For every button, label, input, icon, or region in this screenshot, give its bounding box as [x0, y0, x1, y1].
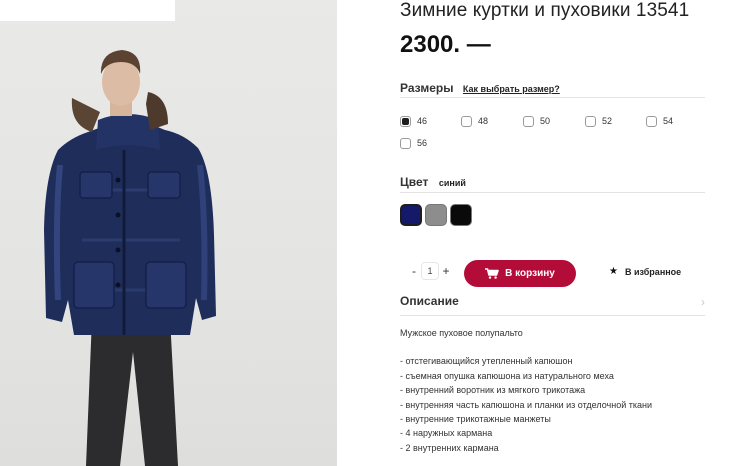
- size-label: 48: [478, 116, 489, 126]
- shopping-cart-icon: [485, 268, 499, 279]
- star-icon: ★: [609, 266, 618, 277]
- color-header: Цвет синий: [400, 173, 705, 193]
- size-label: 46: [417, 116, 428, 126]
- size-option-56[interactable]: 56: [400, 136, 427, 150]
- feature-item: - отстегивающийся утепленный капюшон: [400, 356, 573, 367]
- radio-unchecked-icon[interactable]: [400, 137, 411, 149]
- feature-item: - 2 внутренних кармана: [400, 442, 499, 453]
- product-photo: [0, 0, 337, 466]
- size-option-50[interactable]: 50: [523, 114, 550, 128]
- description-label: Описание: [400, 294, 459, 308]
- swatch-navy-blue[interactable]: [400, 204, 422, 226]
- radio-checked-icon[interactable]: [400, 115, 411, 127]
- add-to-cart-button[interactable]: В корзину: [464, 260, 576, 287]
- size-label: 54: [663, 116, 674, 126]
- radio-unchecked-icon[interactable]: [585, 115, 596, 127]
- size-label: 52: [602, 116, 613, 126]
- selected-color-name: синий: [438, 178, 466, 188]
- description-header[interactable]: Описание ›: [400, 294, 705, 316]
- favorites-label: В избранное: [624, 266, 682, 277]
- chevron-right-icon: ›: [701, 295, 705, 309]
- feature-item: - внутренний воротник из мягкого трикота…: [400, 385, 586, 396]
- description-body: Мужское пуховое полупальто - отстегивающ…: [400, 326, 720, 455]
- sizes-label: Размеры: [400, 81, 454, 95]
- add-to-favorites-link[interactable]: ★ В избранное: [609, 266, 681, 277]
- add-to-cart-label: В корзину: [505, 268, 555, 279]
- size-option-52[interactable]: 52: [585, 114, 612, 128]
- feature-item: - 4 наружных кармана: [400, 428, 493, 439]
- radio-unchecked-icon[interactable]: [523, 115, 534, 127]
- size-option-54[interactable]: 54: [646, 114, 673, 128]
- description-intro: Мужское пуховое полупальто: [400, 328, 523, 338]
- radio-unchecked-icon[interactable]: [461, 115, 472, 127]
- feature-list: - отстегивающийся утепленный капюшон - с…: [400, 354, 720, 455]
- quantity-input[interactable]: [421, 262, 439, 280]
- feature-item: - внутренняя часть капюшона и планки из …: [400, 399, 652, 410]
- quantity-stepper: - +: [408, 262, 452, 280]
- product-title: Зимние куртки и пуховики 13541: [400, 0, 690, 21]
- size-label: 56: [417, 138, 428, 148]
- radio-unchecked-icon[interactable]: [646, 115, 657, 127]
- swatch-gray[interactable]: [425, 204, 447, 226]
- swatch-black[interactable]: [450, 204, 472, 226]
- sizes-header: Размеры Как выбрать размер?: [400, 79, 705, 98]
- size-option-46[interactable]: 46: [400, 114, 427, 128]
- product-price: 2300. —: [400, 31, 491, 58]
- feature-item: - съемная опушка капюшона из натуральног…: [400, 370, 614, 381]
- size-guide-link[interactable]: Как выбрать размер?: [463, 84, 560, 94]
- quantity-decrease-button[interactable]: -: [408, 264, 420, 278]
- color-swatches: [400, 204, 472, 226]
- size-label: 50: [540, 116, 551, 126]
- model-illustration: [44, 50, 216, 466]
- color-label: Цвет: [400, 175, 429, 189]
- size-option-48[interactable]: 48: [461, 114, 488, 128]
- quantity-increase-button[interactable]: +: [440, 264, 452, 278]
- feature-item: - внутренние трикотажные манжеты: [400, 414, 551, 425]
